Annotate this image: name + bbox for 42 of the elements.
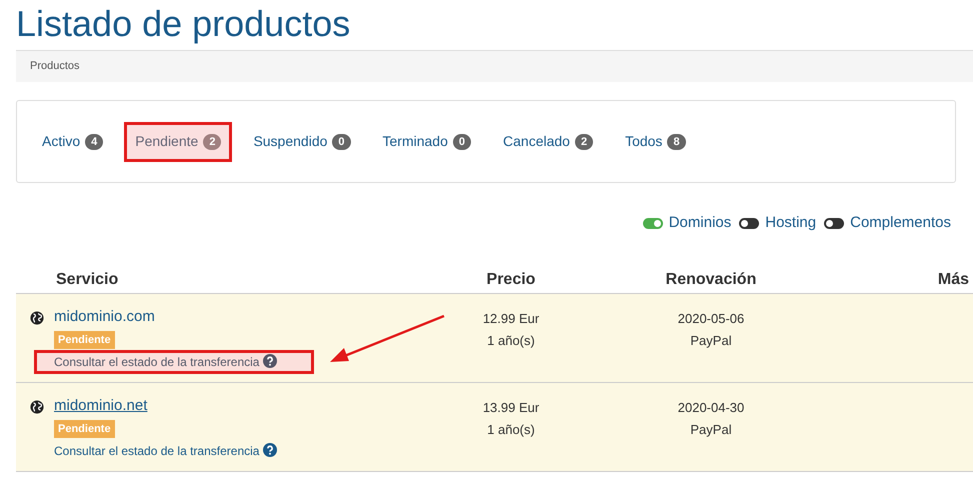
count-badge: 0 [332,134,351,150]
transfer-status-link[interactable]: Consultar el estado de la transferencia [34,350,314,374]
count-badge: 8 [667,134,686,150]
status-label: Pendiente [54,420,115,438]
renewal-date: 2020-05-06 [678,310,744,328]
globe-icon [30,311,44,325]
toggle-switch[interactable] [824,218,844,228]
domain-link[interactable]: midominio.net [54,397,148,415]
help-icon [263,354,278,368]
billing-period: 1 año(s) [487,421,535,439]
column-header: Servicio [55,270,120,290]
price-text: 12.99 Eur [482,310,540,328]
status-tab[interactable]: Activo 4 [31,122,114,162]
billing-period: 1 año(s) [487,332,535,350]
status-tab[interactable]: Suspendido 0 [242,122,362,162]
toggle-label: Dominios [668,212,732,233]
column-header: Renovación [664,270,758,290]
count-badge: 4 [85,134,104,150]
count-badge: 2 [203,134,222,150]
toggle-switch[interactable] [739,218,760,228]
count-badge: 2 [574,134,594,150]
page-title: Listado de productos [15,2,352,46]
status-label: Pendiente [54,331,115,349]
transfer-status-link[interactable]: Consultar el estado de la transferencia [54,442,278,460]
status-tab[interactable]: Pendiente 2 [124,122,232,162]
toggle-switch[interactable] [642,218,663,228]
payment-method: PayPal [690,332,732,350]
payment-method: PayPal [690,421,732,439]
count-badge: 0 [452,134,472,150]
help-icon [263,443,278,457]
toggle-label: Complementos [850,212,951,233]
column-header: Más [936,270,970,290]
renewal-date: 2020-04-30 [678,399,744,417]
status-tab[interactable]: Todos 8 [614,122,697,162]
column-header: Precio [486,270,536,290]
toggle-label: Hosting [765,212,816,233]
domain-link[interactable]: midominio.com [54,308,155,326]
status-tab[interactable]: Terminado 0 [372,122,482,162]
breadcrumb-item: Productos [30,59,80,74]
price-text: 13.99 Eur [482,399,540,417]
status-tab[interactable]: Cancelado 2 [492,122,604,162]
globe-icon [30,400,44,414]
